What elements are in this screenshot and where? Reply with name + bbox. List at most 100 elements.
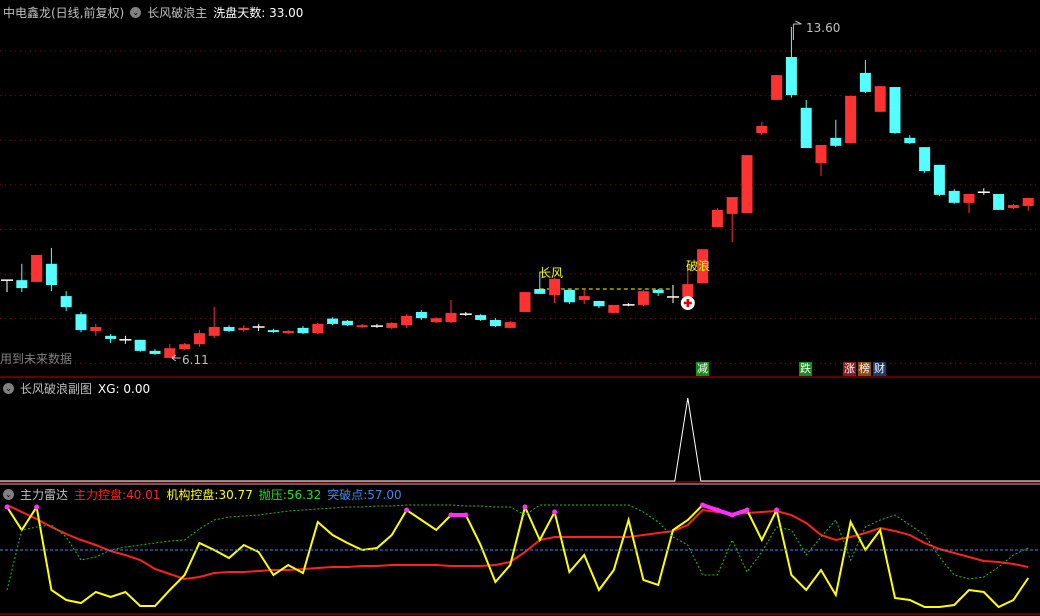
candle-body — [904, 137, 916, 144]
candle-body — [238, 327, 250, 331]
legend-zhuli-value: 40.01 — [126, 488, 161, 502]
high-control-dot — [522, 504, 528, 510]
candle-body — [593, 300, 605, 307]
indicator-menu-chevron-icon[interactable]: ⌄ — [130, 7, 142, 18]
candle-body — [741, 155, 753, 213]
future-data-note: 用到未来数据 — [0, 352, 73, 366]
candle-body — [134, 339, 146, 351]
candle-body — [1022, 197, 1034, 206]
high-control-dot — [463, 512, 469, 518]
badge-bang[interactable]: 榜 — [858, 362, 871, 376]
candle-body — [652, 289, 664, 293]
sub-indicator-name[interactable]: 长风破浪副图 — [20, 380, 92, 397]
candle-body — [223, 326, 235, 331]
legend-zhuli-name: 主力控盘: — [74, 488, 127, 502]
candle-body — [800, 107, 812, 149]
candle-body — [859, 72, 871, 92]
candle-body — [563, 289, 575, 303]
high-control-dot — [552, 509, 558, 515]
param-label: 洗盘天数: — [213, 6, 266, 20]
candle-body — [993, 193, 1005, 210]
candle-body — [830, 137, 842, 146]
candle-body — [149, 350, 161, 354]
candle-body — [430, 318, 442, 323]
stock-title: 中电鑫龙(日线,前复权) — [3, 6, 125, 20]
xg-label: XG: — [98, 381, 120, 396]
badge-cai[interactable]: 财 — [873, 362, 886, 376]
candle-body — [386, 323, 398, 328]
signal-label-changfeng: 长风 — [539, 266, 564, 280]
high-arrow-icon — [792, 20, 802, 40]
candle-body — [356, 325, 368, 328]
xg-line — [0, 397, 1040, 482]
candle-body — [401, 315, 413, 326]
candle-body — [578, 296, 590, 301]
badge-die[interactable]: 跌 — [799, 362, 812, 376]
legend-paoya-value: 56.32 — [286, 488, 322, 502]
candle-body — [534, 288, 546, 294]
candle-body — [31, 254, 43, 282]
candle-body — [267, 330, 279, 333]
series-line-zhuli — [6, 504, 1029, 581]
candle-body — [919, 147, 931, 172]
candle-body — [519, 292, 531, 312]
candle-body — [312, 323, 324, 334]
param-value: 33.00 — [269, 6, 304, 20]
candle-body — [889, 87, 901, 134]
candle-body — [45, 263, 57, 286]
candle-body — [208, 326, 220, 336]
sub-indicator-chevron-icon[interactable]: ⌄ — [3, 383, 14, 394]
legend-jigou-name: 机构控盘: — [166, 488, 219, 502]
candle-body — [90, 326, 102, 331]
high-control-dot — [34, 504, 40, 510]
candle-body — [771, 75, 783, 100]
candle-body — [549, 278, 561, 296]
candle-body — [75, 314, 87, 331]
xg-value: 0.00 — [123, 381, 151, 396]
candle-body — [327, 318, 339, 324]
candle-body — [297, 327, 309, 334]
candle-body — [637, 291, 649, 305]
main-panel-header: 中电鑫龙(日线,前复权) ⌄ 长风破浪主 洗盘天数: 33.00 — [3, 4, 303, 21]
candle-body — [1007, 205, 1019, 209]
badge-zhang[interactable]: 涨 — [843, 362, 856, 376]
radar-indicator-name[interactable]: 主力雷达 — [20, 486, 68, 503]
legend-paoya-name: 抛压: — [258, 488, 287, 502]
candle-body — [282, 330, 294, 334]
candle-body — [445, 312, 457, 323]
candle-body — [415, 311, 427, 319]
indicator-name[interactable]: 长风破浪主 — [147, 4, 207, 21]
candle-body — [682, 284, 694, 297]
candle-body — [845, 95, 857, 144]
sub-panel-header: ⌄ 长风破浪副图 XG: 0.00 — [3, 380, 150, 397]
candle-body — [179, 344, 191, 350]
high-control-dot — [744, 507, 750, 513]
candle-body — [489, 319, 501, 327]
candle-body — [504, 322, 516, 328]
candle-body — [963, 193, 975, 203]
radar-panel-header: ⌄ 主力雷达 主力控盘:40.01 机构控盘:30.77 抛压:56.32 突破… — [3, 486, 402, 503]
series-line-paoya — [6, 504, 1029, 591]
candle-body — [193, 333, 205, 345]
high-control-dot — [774, 507, 780, 513]
candle-body — [711, 209, 723, 228]
candle-body — [475, 315, 487, 320]
high-control-dot — [4, 504, 10, 510]
high-control-dot — [404, 507, 410, 513]
high-price-label: 13.60 — [806, 21, 841, 35]
candle-body — [105, 335, 117, 339]
candle-body — [874, 86, 886, 112]
radar-indicator-chevron-icon[interactable]: ⌄ — [3, 489, 14, 500]
candle-body — [16, 280, 28, 289]
low-price-label: 6.11 — [182, 353, 209, 367]
candle-body — [608, 304, 620, 313]
candle-body — [341, 320, 353, 326]
candle-body — [933, 164, 945, 195]
candle-body — [815, 144, 827, 164]
candle-body — [60, 296, 72, 308]
candle-body — [785, 57, 797, 96]
badge-jian[interactable]: 减 — [696, 362, 709, 376]
legend-jigou-value: 30.77 — [218, 488, 253, 502]
candle-body — [726, 197, 738, 214]
legend-tupo-name: 突破点: — [327, 488, 368, 502]
